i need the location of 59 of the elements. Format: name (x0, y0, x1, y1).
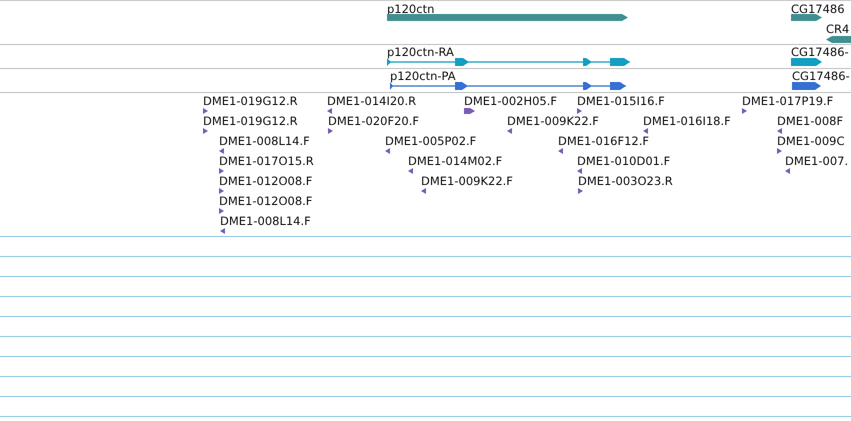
feature-label: CG17486- (792, 69, 850, 83)
est-marker-icon[interactable] (742, 108, 747, 114)
feature-label: DME1-020F20.F (328, 114, 419, 128)
feature-label: DME1-007. (785, 154, 848, 168)
gene-glyph[interactable] (826, 36, 851, 43)
feature-label: DME1-014M02.F (408, 154, 502, 168)
est-marker-icon[interactable] (220, 228, 225, 234)
feature-label: DME1-014I20.R (327, 94, 416, 108)
feature-label: DME1-002H05.F (464, 94, 558, 108)
feature-label: p120ctn (387, 2, 434, 16)
est-marker-icon[interactable] (328, 128, 333, 134)
feature-label: DME1-012O08.F (219, 174, 312, 188)
est-marker-icon[interactable] (327, 108, 332, 114)
protein-glyph[interactable] (792, 82, 821, 90)
est-marker-icon[interactable] (643, 128, 648, 134)
gene-glyph[interactable] (791, 14, 822, 21)
est-marker-icon[interactable] (507, 128, 512, 134)
est-marker-icon[interactable] (578, 188, 583, 194)
transcript-glyph[interactable] (791, 58, 822, 66)
est-marker-icon[interactable] (203, 108, 208, 114)
est-marker-icon[interactable] (421, 188, 426, 194)
feature-label: DME1-017P19.F (742, 94, 834, 108)
est-marker-icon[interactable] (777, 148, 782, 154)
feature-label: DME1-010D01.F (577, 154, 670, 168)
est-marker-icon[interactable] (777, 128, 782, 134)
feature-label: DME1-016I18.F (643, 114, 731, 128)
est-marker-icon[interactable] (219, 148, 224, 154)
feature-label: DME1-009C (777, 134, 844, 148)
feature-label: DME1-015I16.F (577, 94, 665, 108)
est-marker-icon[interactable] (785, 168, 790, 174)
feature-label: CG17486- (791, 45, 849, 59)
feature-label: DME1-019G12.R (203, 114, 298, 128)
feature-label: DME1-009K22.F (421, 174, 513, 188)
feature-label: DME1-005P02.F (385, 134, 476, 148)
est-marker-icon[interactable] (408, 168, 413, 174)
est-marker-icon[interactable] (577, 108, 582, 114)
feature-label: DME1-016F12.F (558, 134, 649, 148)
feature-label: DME1-003O23.R (578, 174, 673, 188)
est-marker-icon[interactable] (219, 188, 224, 194)
feature-label: DME1-009K22.F (507, 114, 599, 128)
est-marker-icon[interactable] (203, 128, 208, 134)
feature-label: DME1-017O15.R (219, 154, 314, 168)
feature-label: DME1-019G12.R (203, 94, 298, 108)
feature-label: CR4 (826, 22, 850, 36)
est-marker-icon[interactable] (219, 208, 224, 214)
feature-label: DME1-008L14.F (220, 214, 311, 228)
feature-label: DME1-008F (777, 114, 844, 128)
transcript-glyph[interactable] (387, 58, 630, 66)
feature-label: p120ctn-RA (387, 45, 454, 59)
feature-label: DME1-008L14.F (219, 134, 310, 148)
protein-glyph[interactable] (390, 82, 626, 90)
feature-label: CG17486 (791, 2, 845, 16)
est-marker-icon[interactable] (219, 168, 224, 174)
est-marker-icon[interactable] (464, 108, 475, 114)
feature-label: p120ctn-PA (390, 69, 456, 83)
est-marker-icon[interactable] (558, 148, 563, 154)
feature-label: DME1-012O08.F (219, 194, 312, 208)
est-marker-icon[interactable] (385, 148, 390, 154)
est-marker-icon[interactable] (577, 168, 582, 174)
